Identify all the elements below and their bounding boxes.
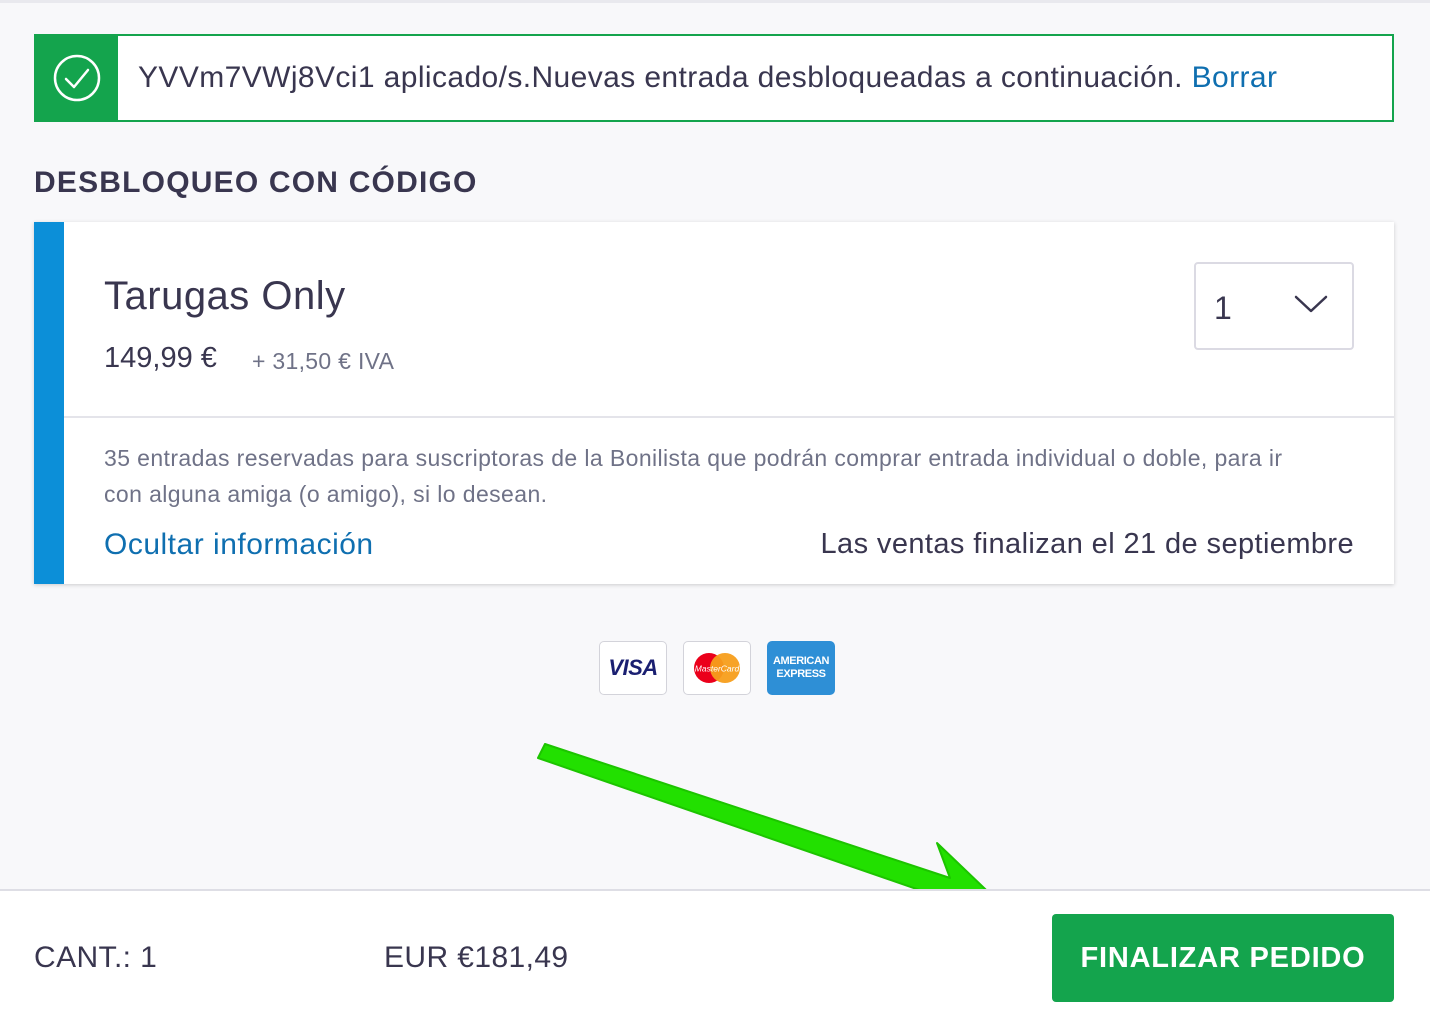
banner-icon-box [36, 36, 118, 120]
mastercard-icon: MasterCard [694, 653, 740, 683]
card-divider [64, 416, 1394, 418]
hide-info-link[interactable]: Ocultar información [104, 528, 374, 562]
quantity-select[interactable]: 1 [1194, 262, 1354, 350]
quantity-value: 1 [1214, 290, 1232, 326]
amex-line-1: AMERICAN [772, 655, 830, 667]
mastercard-logo: MasterCard [683, 641, 751, 695]
amex-logo-text: AMERICAN EXPRESS [773, 655, 829, 681]
quantity-summary: CANT.: 1 [34, 941, 158, 974]
banner-message: YVVm7VWj8Vci1 aplicado/s.Nuevas entrada … [138, 61, 1183, 94]
code-applied-banner: YVVm7VWj8Vci1 aplicado/s.Nuevas entrada … [34, 34, 1394, 122]
check-circle-icon [53, 54, 101, 102]
ticket-tax: + 31,50 € IVA [252, 348, 395, 374]
amex-logo: AMERICAN EXPRESS [767, 641, 835, 695]
sales-end-date: Las ventas finalizan el 21 de septiembre [820, 528, 1354, 560]
payment-methods: VISA MasterCard AMERICAN EXPRESS [599, 641, 835, 695]
section-title: DESBLOQUEO CON CÓDIGO [34, 166, 478, 199]
card-accent-bar [34, 222, 64, 584]
clear-code-link[interactable]: Borrar [1192, 61, 1278, 94]
checkout-button[interactable]: FINALIZAR PEDIDO [1052, 914, 1394, 1002]
banner-text: YVVm7VWj8Vci1 aplicado/s.Nuevas entrada … [138, 61, 1277, 95]
svg-text:MasterCard: MasterCard [695, 664, 740, 674]
chevron-down-icon [1294, 295, 1328, 313]
ticket-name: Tarugas Only [104, 274, 346, 318]
checkout-bar: CANT.: 1 EUR €181,49 FINALIZAR PEDIDO [0, 889, 1430, 1018]
ticket-price: 149,99 € [104, 342, 217, 374]
top-edge [0, 0, 1430, 3]
visa-logo-text: VISA [608, 655, 658, 680]
ticket-card: Tarugas Only 149,99 € + 31,50 € IVA 1 35… [34, 222, 1394, 584]
ticket-description: 35 entradas reservadas para suscriptoras… [104, 445, 1283, 507]
visa-logo: VISA [599, 641, 667, 695]
amex-line-2: EXPRESS [776, 668, 826, 680]
order-total: EUR €181,49 [384, 941, 569, 974]
